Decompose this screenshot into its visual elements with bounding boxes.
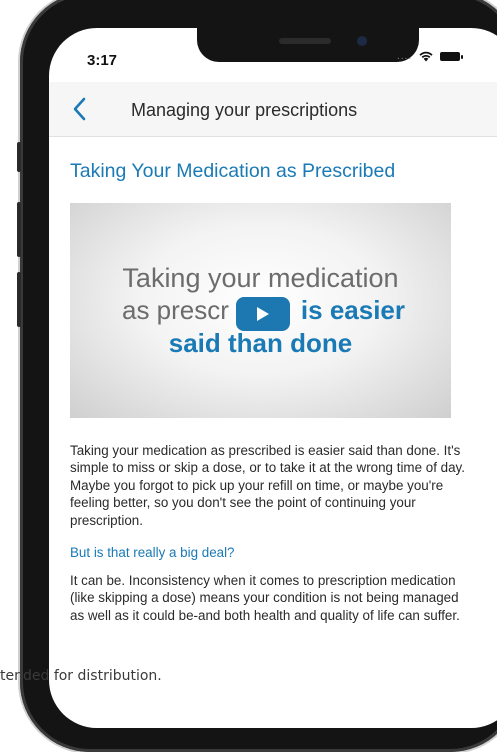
video-title-line-2-accent: is easier xyxy=(300,295,406,325)
article-content: Taking Your Medication as Prescribed Tak… xyxy=(70,136,470,624)
status-time: 3:17 xyxy=(87,52,118,69)
article-title: Taking Your Medication as Prescribed xyxy=(70,160,396,182)
phone-volume-down-button xyxy=(17,272,21,327)
notch xyxy=(197,28,419,62)
signal-icon: .... xyxy=(397,50,413,62)
video-title-line-3: said than done xyxy=(168,328,353,358)
phone-screen: 3:17 .... Managing your prescriptions Ta… xyxy=(49,28,497,728)
video-title-line-2-start: as prescr xyxy=(122,295,229,325)
battery-icon xyxy=(440,51,464,61)
video-title-line-1: Taking your medication xyxy=(122,263,399,293)
phone-volume-up-button xyxy=(17,202,21,257)
video-player[interactable]: Taking your medication as prescr is easie… xyxy=(70,203,451,418)
article-paragraph-1: Taking your medication as prescribed is … xyxy=(70,443,465,528)
chevron-left-icon xyxy=(73,97,86,121)
article-paragraph-2: It can be. Inconsistency when it comes t… xyxy=(70,573,460,623)
front-camera xyxy=(357,36,367,46)
article-subheading: But is that really a big deal? xyxy=(70,545,235,561)
speaker xyxy=(279,38,331,44)
wifi-icon xyxy=(419,51,433,62)
phone-side-button xyxy=(17,142,21,172)
navigation-bar: Managing your prescriptions xyxy=(49,82,497,137)
nav-title: Managing your prescriptions xyxy=(131,100,358,120)
footer-disclaimer: tended for distribution. xyxy=(0,668,162,684)
play-icon xyxy=(257,307,269,321)
back-button[interactable] xyxy=(67,94,91,124)
play-button[interactable] xyxy=(236,297,290,331)
status-icons: .... xyxy=(397,50,464,62)
